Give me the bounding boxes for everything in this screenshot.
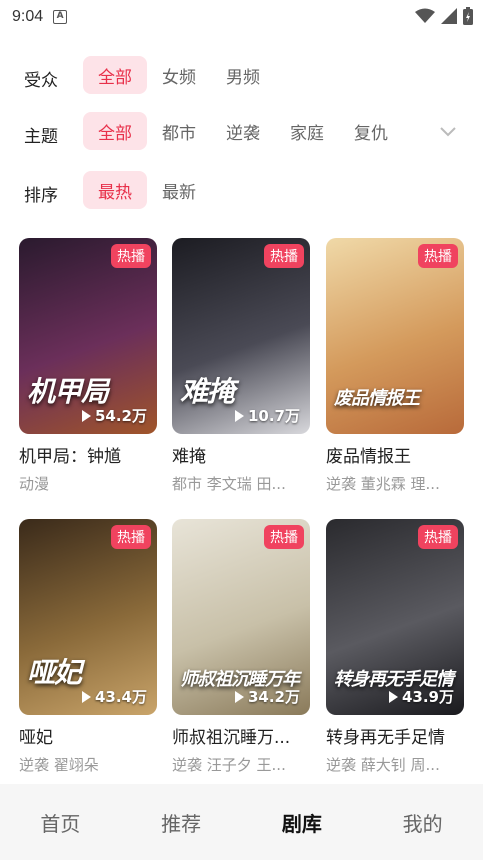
drama-card[interactable]: 转身再无手足情 热播 43.9万 转身再无手足情 逆袭 薛大钊 周... — [326, 519, 466, 775]
bottom-nav: 首页 推荐 剧库 我的 — [0, 784, 483, 860]
nav-library[interactable]: 剧库 — [242, 808, 363, 837]
poster-title-art: 机甲局 — [27, 375, 109, 408]
play-icon — [234, 690, 244, 703]
poster-title-art: 废品情报王 — [334, 388, 420, 409]
signal-icon — [441, 8, 457, 24]
theme-filter-row: 主题 全部 都市 逆袭 家庭 复仇 — [0, 112, 483, 152]
sort-chip-newest[interactable]: 最新 — [147, 171, 211, 209]
nav-recommend[interactable]: 推荐 — [121, 808, 242, 837]
hot-badge: 热播 — [111, 525, 151, 549]
poster-image[interactable]: 师叔祖沉睡万年 热播 34.2万 — [172, 519, 310, 715]
poster-title-art: 哑妃 — [27, 656, 82, 689]
theme-chip-all[interactable]: 全部 — [83, 112, 147, 150]
theme-chip-revenge[interactable]: 复仇 — [339, 112, 403, 150]
play-icon — [388, 690, 398, 703]
theme-chip-counterattack[interactable]: 逆袭 — [211, 112, 275, 150]
hot-badge: 热播 — [418, 244, 458, 268]
drama-card[interactable]: 师叔祖沉睡万年 热播 34.2万 师叔祖沉睡万... 逆袭 汪子夕 王... — [172, 519, 312, 775]
battery-icon — [463, 7, 473, 25]
card-subtitle: 动漫 — [19, 475, 50, 493]
sort-filter-label: 排序 — [24, 186, 58, 206]
play-icon — [234, 409, 244, 422]
view-count: 43.9万 — [388, 686, 454, 707]
audience-filter-row: 受众 全部 女频 男频 — [0, 56, 483, 96]
view-count: 54.2万 — [81, 405, 147, 426]
play-icon — [81, 690, 91, 703]
view-count: 34.2万 — [234, 686, 300, 707]
view-count: 10.7万 — [234, 405, 300, 426]
status-time: 9:04 — [12, 8, 44, 25]
audience-chip-all[interactable]: 全部 — [83, 56, 147, 94]
card-title[interactable]: 转身再无手足情 — [326, 723, 464, 748]
card-subtitle: 逆袭 汪子夕 王... — [172, 756, 286, 774]
hot-badge: 热播 — [111, 244, 151, 268]
play-icon — [81, 409, 91, 422]
drama-card[interactable]: 机甲局 热播 54.2万 机甲局：钟馗 动漫 — [19, 238, 159, 494]
poster-image[interactable]: 转身再无手足情 热播 43.9万 — [326, 519, 464, 715]
view-count-text: 54.2万 — [94, 407, 147, 425]
audience-chip-female[interactable]: 女频 — [147, 56, 211, 94]
hot-badge: 热播 — [264, 244, 304, 268]
theme-chip-family[interactable]: 家庭 — [275, 112, 339, 150]
wifi-icon — [415, 8, 435, 23]
card-title[interactable]: 师叔祖沉睡万... — [172, 723, 310, 748]
hot-badge: 热播 — [264, 525, 304, 549]
theme-filter-label: 主题 — [24, 127, 58, 147]
card-subtitle: 逆袭 翟翊朵 — [19, 756, 99, 774]
status-bar: 9:04 A — [0, 0, 483, 34]
audience-filter-label: 受众 — [24, 71, 58, 91]
notification-icon: A — [53, 10, 68, 24]
view-count-text: 10.7万 — [247, 407, 300, 425]
card-title[interactable]: 废品情报王 — [326, 442, 464, 467]
nav-mine[interactable]: 我的 — [362, 808, 483, 837]
card-subtitle: 逆袭 薛大钊 周... — [326, 756, 440, 774]
hot-badge: 热播 — [418, 525, 458, 549]
nav-home[interactable]: 首页 — [0, 808, 121, 837]
view-count: 43.4万 — [81, 686, 147, 707]
sort-filter-row: 排序 最热 最新 — [0, 171, 483, 211]
card-title[interactable]: 难掩 — [172, 442, 310, 467]
drama-card[interactable]: 哑妃 热播 43.4万 哑妃 逆袭 翟翊朵 — [19, 519, 159, 775]
view-count-text: 34.2万 — [247, 688, 300, 706]
card-title[interactable]: 哑妃 — [19, 723, 157, 748]
view-count-text: 43.4万 — [94, 688, 147, 706]
audience-chip-male[interactable]: 男频 — [211, 56, 275, 94]
poster-image[interactable]: 难掩 热播 10.7万 — [172, 238, 310, 434]
card-subtitle: 逆袭 董兆霖 理... — [326, 475, 440, 493]
poster-image[interactable]: 废品情报王 热播 — [326, 238, 464, 434]
card-subtitle: 都市 李文瑞 田... — [172, 475, 286, 493]
sort-chip-hottest[interactable]: 最热 — [83, 171, 147, 209]
drama-card[interactable]: 废品情报王 热播 废品情报王 逆袭 董兆霖 理... — [326, 238, 466, 494]
poster-image[interactable]: 机甲局 热播 54.2万 — [19, 238, 157, 434]
theme-chip-urban[interactable]: 都市 — [147, 112, 211, 150]
chevron-down-icon[interactable] — [439, 126, 457, 138]
poster-image[interactable]: 哑妃 热播 43.4万 — [19, 519, 157, 715]
poster-title-art: 难掩 — [180, 375, 235, 408]
card-title[interactable]: 机甲局：钟馗 — [19, 442, 157, 467]
status-icons — [415, 7, 473, 25]
drama-card[interactable]: 难掩 热播 10.7万 难掩 都市 李文瑞 田... — [172, 238, 312, 494]
view-count-text: 43.9万 — [401, 688, 454, 706]
